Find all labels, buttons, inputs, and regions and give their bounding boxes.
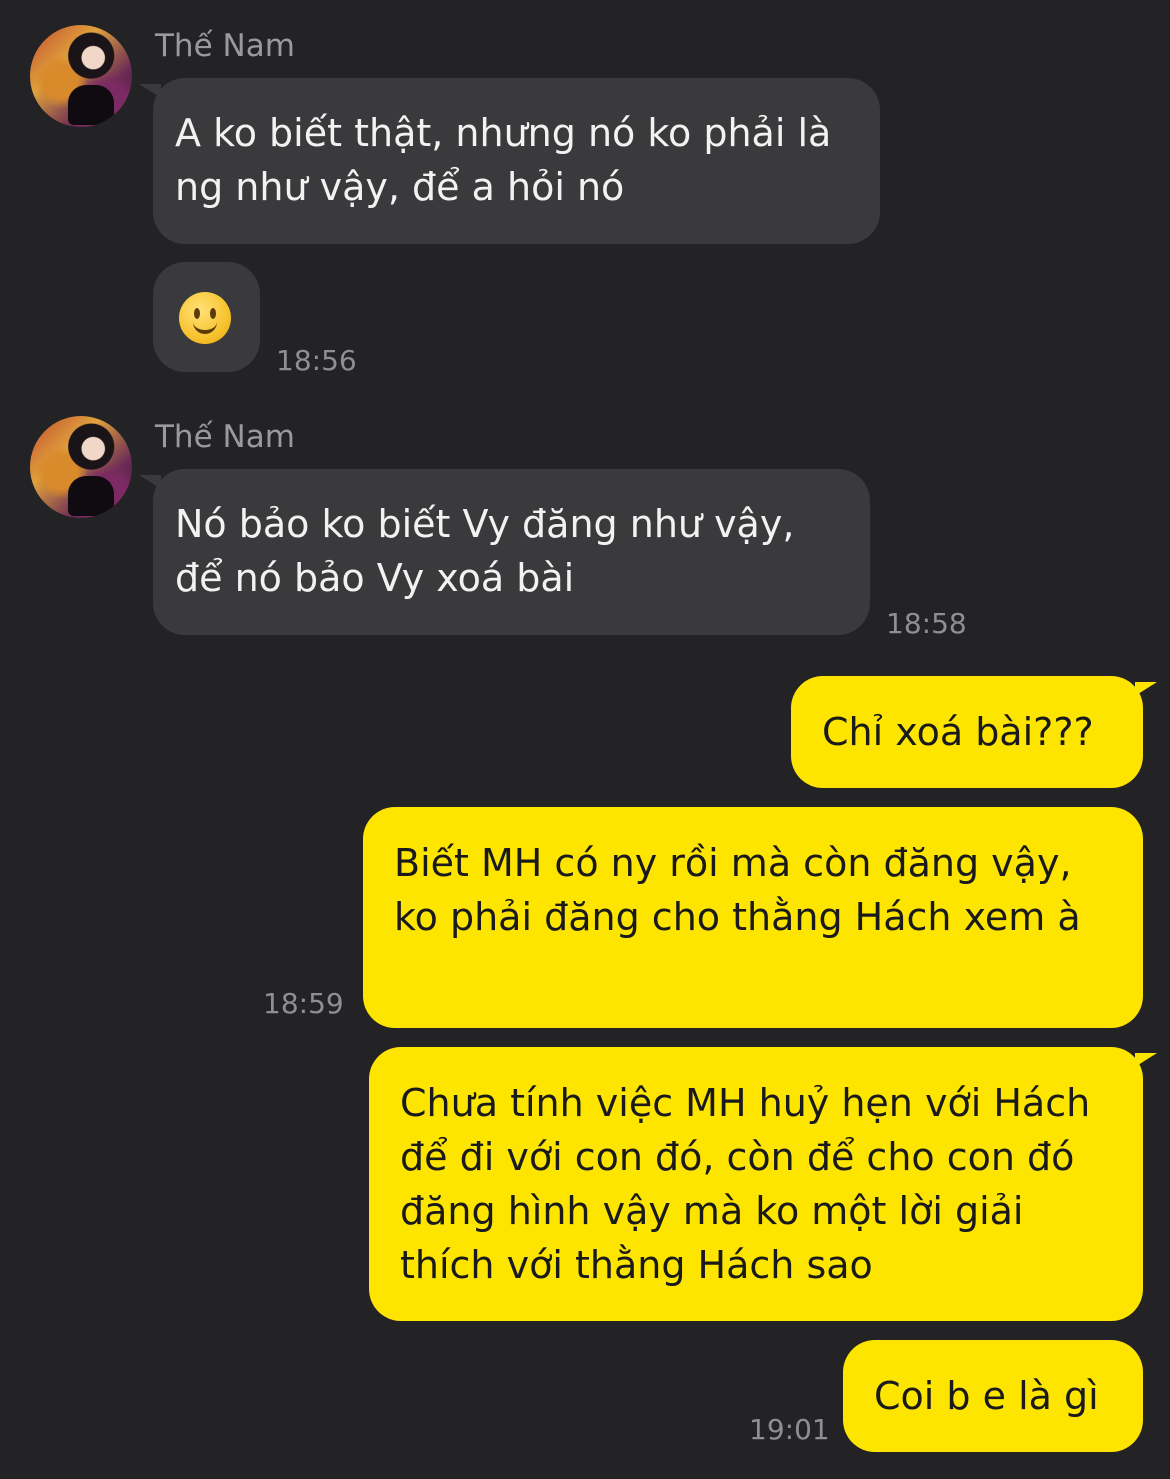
message-text: Nó bảo ko biết Vy đăng như vậy, để nó bả… xyxy=(175,502,795,600)
message-text: Biết MH có ny rồi mà còn đăng vậy, ko ph… xyxy=(394,841,1081,939)
avatar[interactable] xyxy=(30,416,132,518)
message-timestamp: 18:56 xyxy=(276,344,357,377)
message-timestamp: 19:01 xyxy=(749,1413,830,1446)
message-text: Coi b e là gì xyxy=(874,1374,1099,1418)
message-text: Chỉ xoá bài??? xyxy=(822,710,1094,754)
message-timestamp: 18:58 xyxy=(886,607,967,640)
message-bubble-incoming[interactable]: Nó bảo ko biết Vy đăng như vậy, để nó bả… xyxy=(139,469,870,635)
message-bubble-outgoing[interactable]: Coi b e là gì xyxy=(843,1340,1143,1452)
slightly-smiling-face-icon xyxy=(179,292,231,344)
message-bubble-outgoing[interactable]: Chưa tính việc MH huỷ hẹn với Hách để đi… xyxy=(369,1047,1157,1321)
message-timestamp: 18:59 xyxy=(263,987,344,1020)
emoji-message-bubble[interactable] xyxy=(153,262,260,372)
message-bubble-incoming[interactable]: A ko biết thật, nhưng nó ko phải là ng n… xyxy=(139,78,880,244)
message-bubble-outgoing[interactable]: Chỉ xoá bài??? xyxy=(791,676,1157,788)
message-text: Chưa tính việc MH huỷ hẹn với Hách để đi… xyxy=(400,1081,1091,1287)
message-text: A ko biết thật, nhưng nó ko phải là ng n… xyxy=(175,111,832,209)
avatar[interactable] xyxy=(30,25,132,127)
sender-name: Thế Nam xyxy=(155,419,295,455)
message-bubble-outgoing[interactable]: Biết MH có ny rồi mà còn đăng vậy, ko ph… xyxy=(363,807,1143,1028)
sender-name: Thế Nam xyxy=(155,28,295,64)
